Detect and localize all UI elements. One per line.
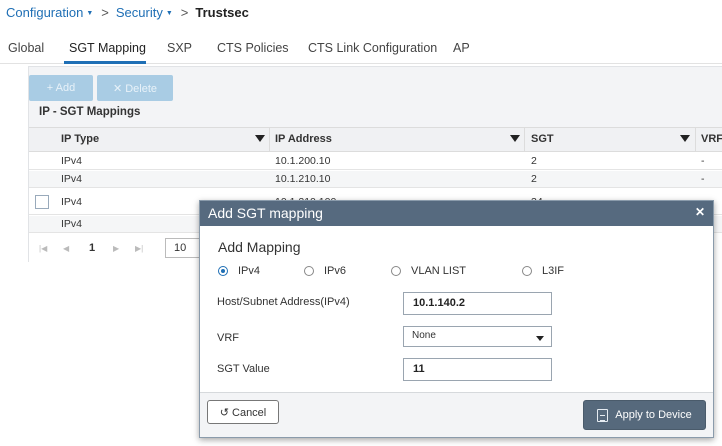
radio-ipv6[interactable]: IPv6 <box>304 265 346 277</box>
radio-unchecked-icon[interactable] <box>522 266 532 276</box>
radio-checked-icon[interactable] <box>218 266 228 276</box>
ip-type-radio-group: IPv4 IPv6 VLAN LIST L3IF <box>218 265 698 281</box>
radio-unchecked-icon[interactable] <box>304 266 314 276</box>
radio-l3if-label: L3IF <box>542 265 565 277</box>
radio-l3if[interactable]: L3IF <box>522 265 564 277</box>
vrf-label: VRF <box>217 332 239 344</box>
apply-to-device-button[interactable]: Apply to Device <box>583 400 706 430</box>
dialog-header: Add SGT mapping ✕ <box>200 201 713 226</box>
radio-vlan-list[interactable]: VLAN LIST <box>391 265 466 277</box>
apply-label: Apply to Device <box>615 409 692 421</box>
dialog-footer: ↺ Cancel Apply to Device <box>200 392 713 437</box>
modal-overlay: Add SGT mapping ✕ Add Mapping IPv4 IPv6 … <box>0 0 722 446</box>
save-icon <box>597 408 609 422</box>
sgt-value-input[interactable]: 11 <box>403 358 552 381</box>
host-subnet-value: 10.1.140.2 <box>413 297 465 309</box>
add-sgt-mapping-dialog: Add SGT mapping ✕ Add Mapping IPv4 IPv6 … <box>199 200 714 438</box>
host-subnet-label: Host/Subnet Address(IPv4) <box>217 296 350 308</box>
host-subnet-input[interactable]: 10.1.140.2 <box>403 292 552 315</box>
radio-vlan-list-label: VLAN LIST <box>411 265 467 277</box>
radio-ipv4-label: IPv4 <box>238 265 261 277</box>
chevron-down-icon <box>536 336 544 341</box>
sgt-value: 11 <box>413 363 425 375</box>
close-icon[interactable]: ✕ <box>695 205 705 219</box>
radio-ipv4[interactable]: IPv4 <box>218 265 260 277</box>
radio-ipv6-label: IPv6 <box>324 265 347 277</box>
sgt-value-label: SGT Value <box>217 363 270 375</box>
dialog-title: Add SGT mapping <box>208 205 323 221</box>
dialog-subtitle: Add Mapping <box>218 239 301 255</box>
radio-unchecked-icon[interactable] <box>391 266 401 276</box>
vrf-selected-value: None <box>412 330 436 341</box>
vrf-select[interactable]: None <box>403 326 552 347</box>
cancel-button[interactable]: ↺ Cancel <box>207 400 279 424</box>
